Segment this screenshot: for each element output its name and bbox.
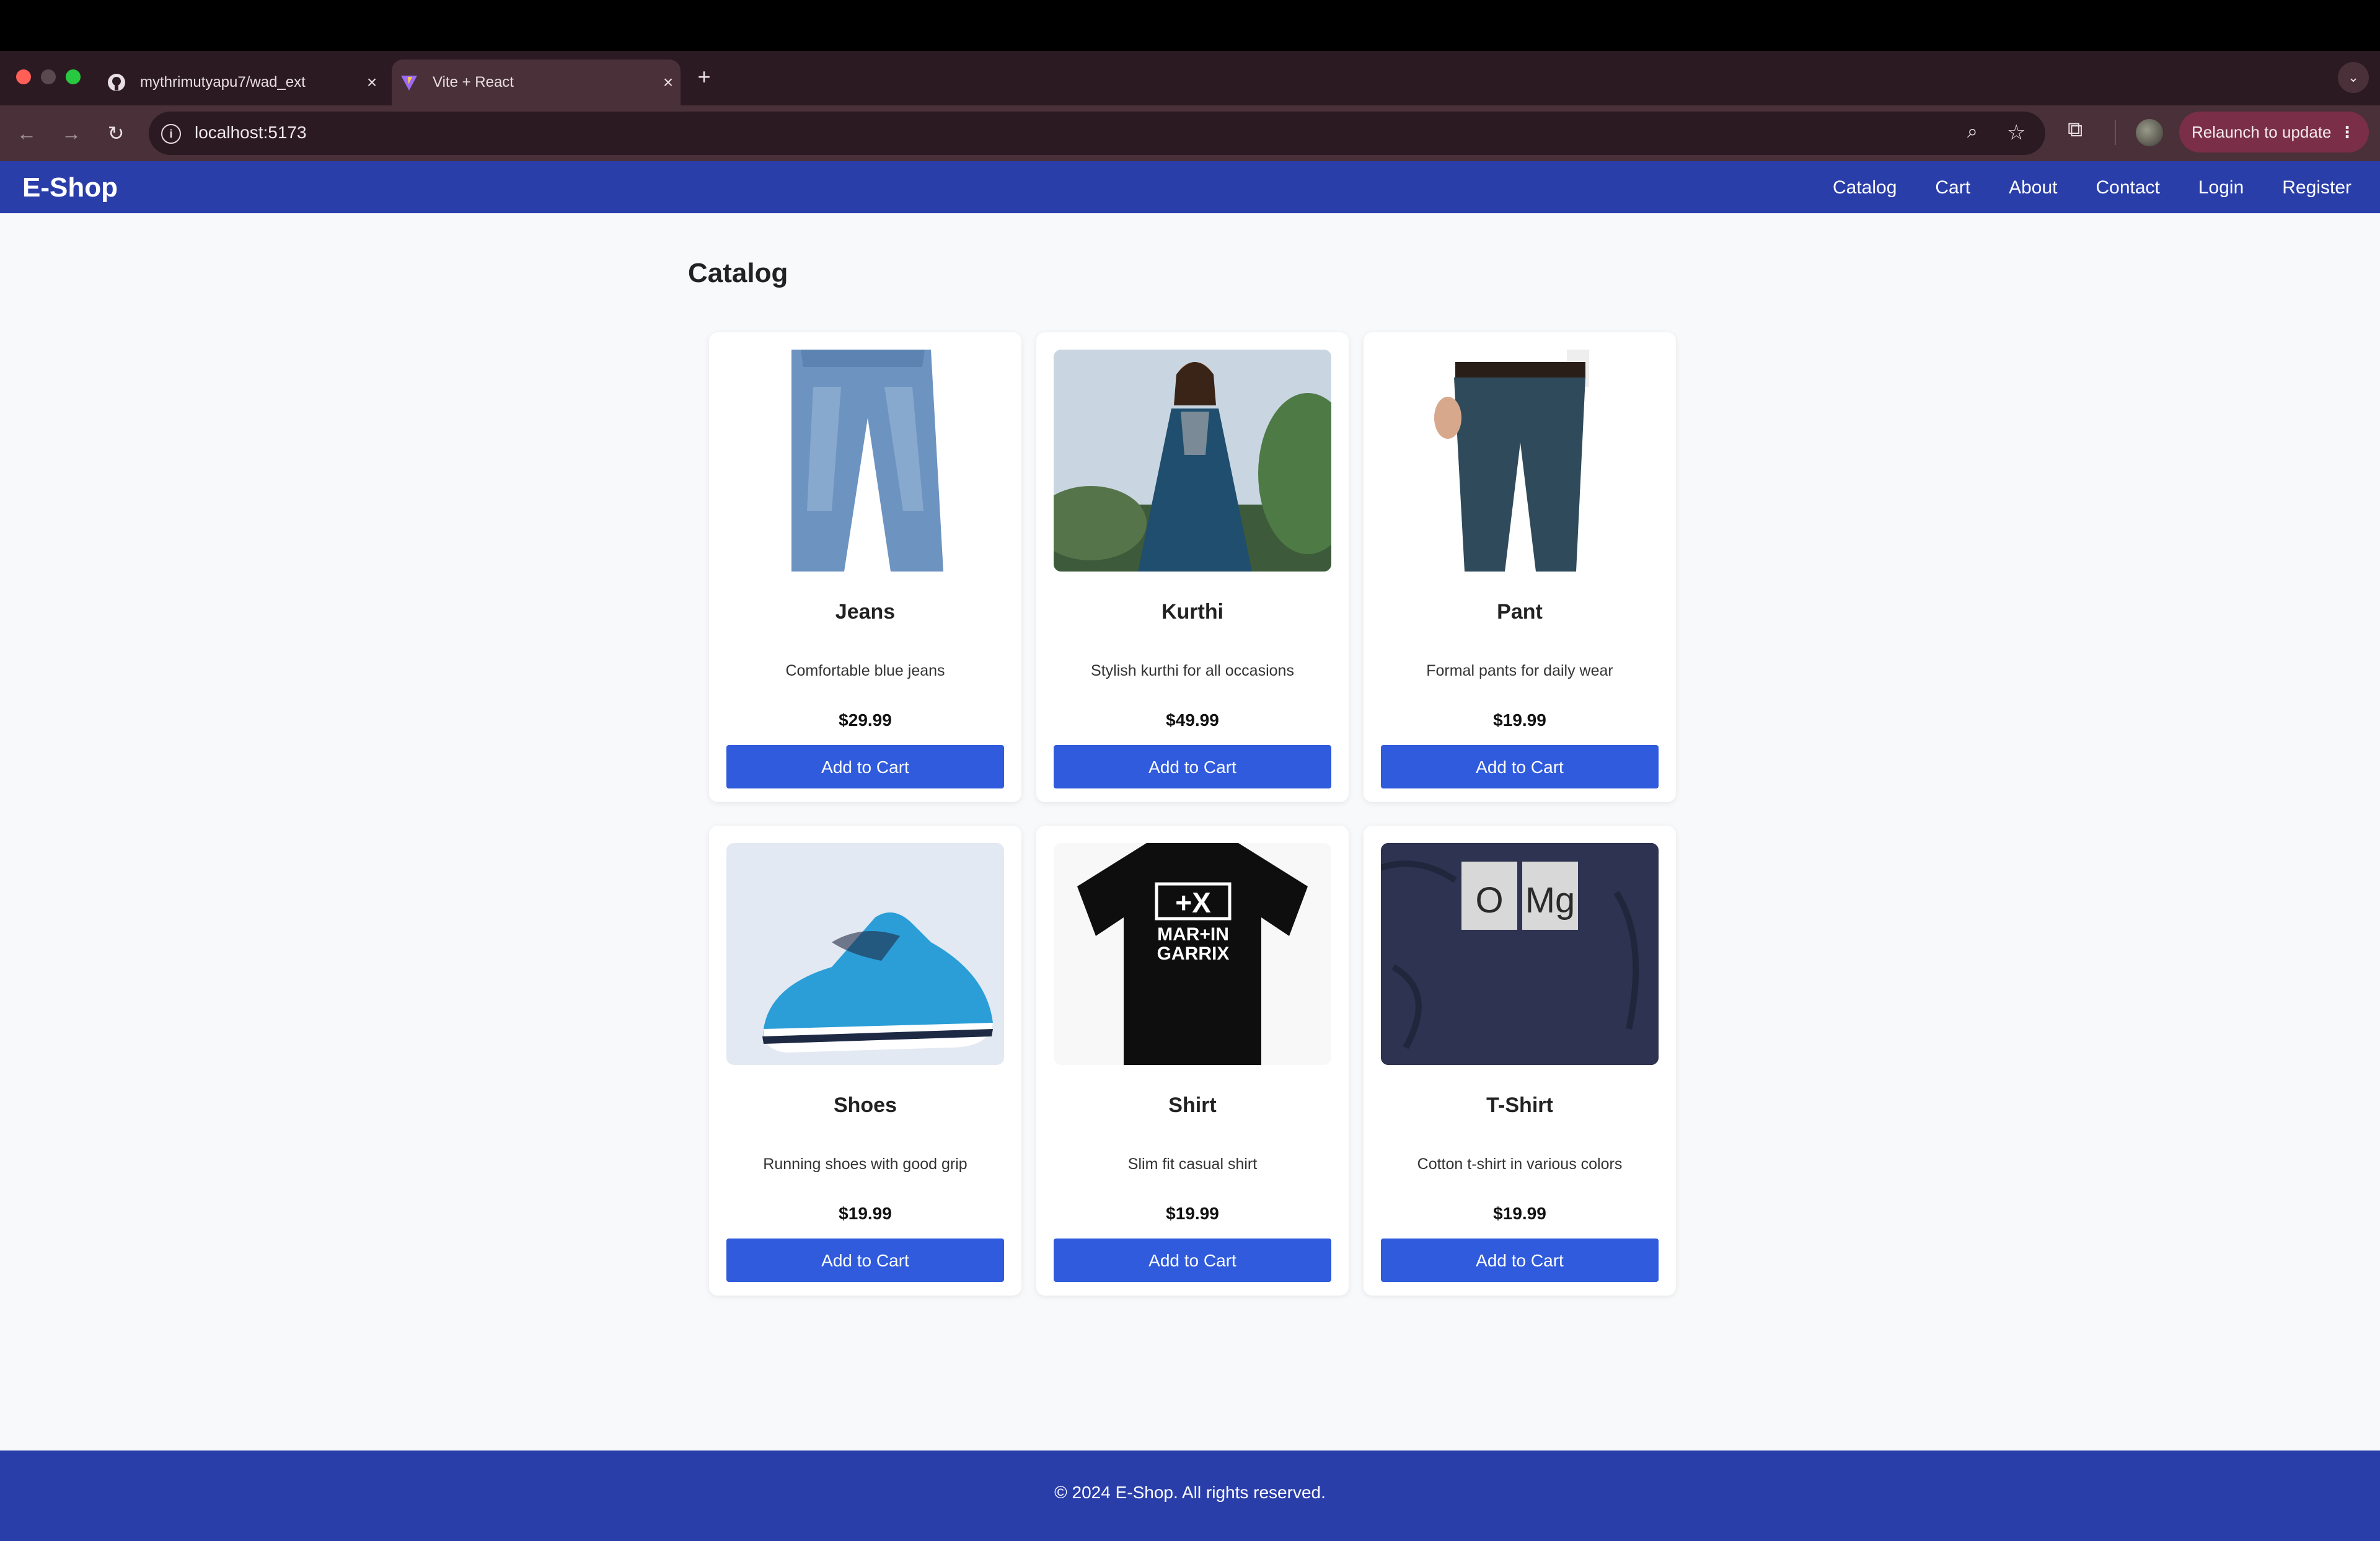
github-icon [107,73,126,92]
product-price: $29.99 [839,710,892,730]
site-footer: © 2024 E-Shop. All rights reserved. [0,1450,2380,1541]
bookmark-star-icon[interactable]: ☆ [2007,120,2025,145]
product-name: Shirt [1168,1093,1217,1117]
shirt-print-line-1: +X [1175,886,1211,919]
product-name: Jeans [835,600,896,624]
relaunch-label: Relaunch to update [2192,123,2332,141]
product-grid: Jeans Comfortable blue jeans $29.99 Add … [709,332,1680,1296]
window-close-button[interactable] [16,69,31,84]
address-bar[interactable]: i localhost:5173 ⌕ ☆ [149,112,2045,155]
tab-title: Vite + React [433,74,514,91]
add-to-cart-button[interactable]: Add to Cart [1381,745,1659,788]
tab-close-icon[interactable]: × [656,73,681,92]
window-zoom-button[interactable] [66,69,81,84]
site-navbar: E-Shop Catalog Cart About Contact Login … [0,161,2380,213]
browser-tab-vite[interactable]: Vite + React × [392,60,681,105]
tab-search-chevron-icon[interactable]: ⌄ [2338,62,2369,93]
footer-copyright: © 2024 E-Shop. All rights reserved. [1054,1483,1326,1502]
product-name: Kurthi [1161,600,1224,624]
web-page: E-Shop Catalog Cart About Contact Login … [0,161,2380,1541]
relaunch-to-update-button[interactable]: Relaunch to update ⋮ [2179,112,2369,152]
tshirt-image: O Mg [1381,843,1659,1065]
tshirt-print-element-2: Mg [1525,880,1576,921]
profile-avatar[interactable] [2136,119,2163,146]
product-price: $19.99 [1166,1204,1219,1223]
kurthi-image [1054,350,1331,572]
shoes-image [726,843,1004,1065]
more-menu-icon: ⋮ [2339,123,2355,141]
back-arrow-icon[interactable]: ← [11,118,42,149]
add-to-cart-button[interactable]: Add to Cart [726,1239,1004,1282]
jeans-image [726,350,1004,572]
product-description: Slim fit casual shirt [1127,1155,1258,1173]
product-description: Cotton t-shirt in various colors [1417,1155,1623,1173]
product-description: Running shoes with good grip [763,1155,967,1173]
forward-arrow-icon[interactable]: → [56,118,87,149]
tab-close-icon[interactable]: × [359,73,384,92]
add-to-cart-button[interactable]: Add to Cart [1381,1239,1659,1282]
brand-logo[interactable]: E-Shop [22,172,118,203]
pant-image [1381,350,1659,572]
nav-link-contact[interactable]: Contact [2096,177,2159,198]
add-to-cart-button[interactable]: Add to Cart [1054,1239,1331,1282]
screen-top-bar [0,0,2380,51]
product-price: $19.99 [839,1204,892,1223]
product-card: Kurthi Stylish kurthi for all occasions … [1036,332,1349,802]
product-card: O Mg T-Shirt Cotton t-shirt in various c… [1364,826,1676,1296]
product-card: Shoes Running shoes with good grip $19.9… [709,826,1021,1296]
reload-icon[interactable]: ↻ [100,118,131,149]
nav-link-catalog[interactable]: Catalog [1833,177,1897,198]
add-to-cart-button[interactable]: Add to Cart [726,745,1004,788]
shirt-print-line-2: MAR+IN [1157,924,1229,945]
product-description: Formal pants for daily wear [1426,662,1613,679]
product-card: +X MAR+IN GARRIX Shirt Slim fit casual s… [1036,826,1349,1296]
tshirt-print-element-1: O [1475,880,1503,921]
extensions-puzzle-icon[interactable]: ⧉ [2068,118,2082,142]
product-price: $49.99 [1166,710,1219,730]
product-name: Shoes [833,1093,897,1117]
nav-link-cart[interactable]: Cart [1935,177,1970,198]
shirt-image: +X MAR+IN GARRIX [1054,843,1331,1065]
product-description: Comfortable blue jeans [785,662,945,679]
url-text[interactable]: localhost:5173 [195,123,307,143]
nav-link-about[interactable]: About [2009,177,2057,198]
site-info-icon[interactable]: i [161,124,181,144]
nav-link-register[interactable]: Register [2282,177,2351,198]
browser-tab-github[interactable]: mythrimutyapu7/wad_ext × [99,60,384,105]
new-tab-button[interactable]: + [692,62,716,92]
vite-icon [399,73,419,92]
zoom-icon[interactable]: ⌕ [1967,121,1978,143]
product-card: Jeans Comfortable blue jeans $29.99 Add … [709,332,1021,802]
nav-links: Catalog Cart About Contact Login Registe… [1794,177,2351,198]
shirt-print-line-3: GARRIX [1157,943,1230,964]
tab-title: mythrimutyapu7/wad_ext [140,74,306,91]
nav-link-login[interactable]: Login [2198,177,2244,198]
product-name: T-Shirt [1486,1093,1553,1117]
product-card: Pant Formal pants for daily wear $19.99 … [1364,332,1676,802]
window-minimize-button[interactable] [41,69,56,84]
product-name: Pant [1497,600,1543,624]
page-title: Catalog [688,258,788,288]
toolbar-divider [2115,120,2116,145]
add-to-cart-button[interactable]: Add to Cart [1054,745,1331,788]
product-description: Stylish kurthi for all occasions [1091,662,1294,679]
product-price: $19.99 [1493,710,1546,730]
product-price: $19.99 [1493,1204,1546,1223]
